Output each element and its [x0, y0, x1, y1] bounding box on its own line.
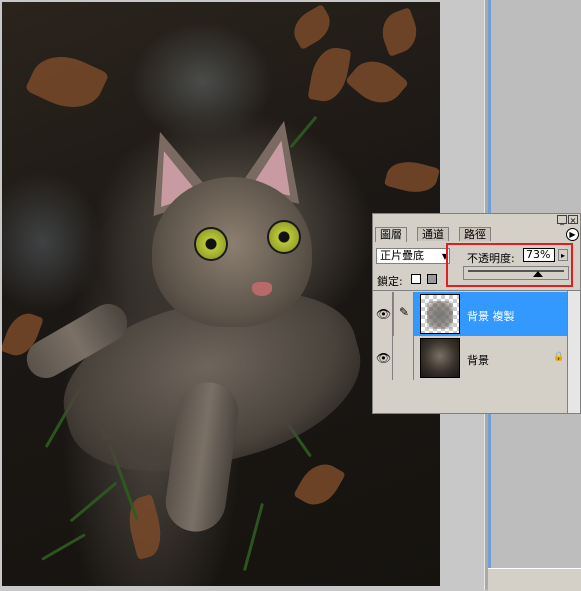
grass-blade: [41, 533, 86, 561]
layer-name: 背景: [467, 354, 489, 367]
leaf: [293, 456, 346, 513]
eye-icon: 👁: [376, 351, 392, 365]
tab-paths[interactable]: 路徑: [459, 227, 491, 241]
tab-channels[interactable]: 通道: [417, 227, 449, 241]
leaf: [287, 4, 337, 50]
tab-layers[interactable]: 圖層: [375, 227, 407, 242]
minimize-icon[interactable]: _: [557, 215, 567, 225]
lock-transparency-checkbox[interactable]: [411, 274, 421, 284]
layer-thumbnail: [420, 294, 460, 334]
cat-nose: [252, 282, 272, 296]
lock-icon: 🔒: [553, 352, 565, 362]
visibility-toggle[interactable]: 👁: [373, 292, 393, 336]
grass-blade: [242, 502, 265, 572]
cat-eye-left: [194, 227, 228, 261]
layer-row-background[interactable]: 👁 背景 🔒: [373, 336, 567, 380]
layer-name: 背景 複製: [467, 310, 515, 323]
panel-titlebar[interactable]: _ ×: [373, 214, 580, 226]
lock-label: 鎖定:: [377, 275, 403, 288]
cat-eye-right: [267, 220, 301, 254]
link-toggle[interactable]: [394, 336, 414, 380]
eye-icon: 👁: [376, 307, 392, 321]
opacity-highlight-box: [446, 243, 573, 287]
lock-image-checkbox[interactable]: [427, 274, 437, 284]
visibility-toggle[interactable]: 👁: [373, 336, 393, 380]
leaf: [344, 50, 410, 114]
leaf: [307, 44, 352, 105]
panel-menu-icon[interactable]: ▶: [566, 228, 579, 241]
grass-blade: [69, 481, 118, 523]
panel-divider: [373, 290, 580, 291]
status-strip: [488, 568, 581, 591]
blend-mode-select[interactable]: 正片疊底 ▼: [376, 248, 450, 264]
brush-icon: ✎: [399, 305, 410, 319]
panel-tabs: 圖層 通道 路徑: [375, 227, 575, 242]
leaf: [376, 7, 423, 57]
link-toggle[interactable]: ✎: [394, 292, 414, 336]
layer-row-background-copy[interactable]: 👁 ✎ 背景 複製: [373, 292, 567, 336]
blend-mode-value: 正片疊底: [380, 249, 424, 262]
layer-thumbnail: [420, 338, 460, 378]
panel-scrollbar[interactable]: [567, 291, 580, 413]
leaf: [383, 156, 440, 198]
close-icon[interactable]: ×: [568, 215, 578, 225]
leaf: [24, 44, 110, 120]
